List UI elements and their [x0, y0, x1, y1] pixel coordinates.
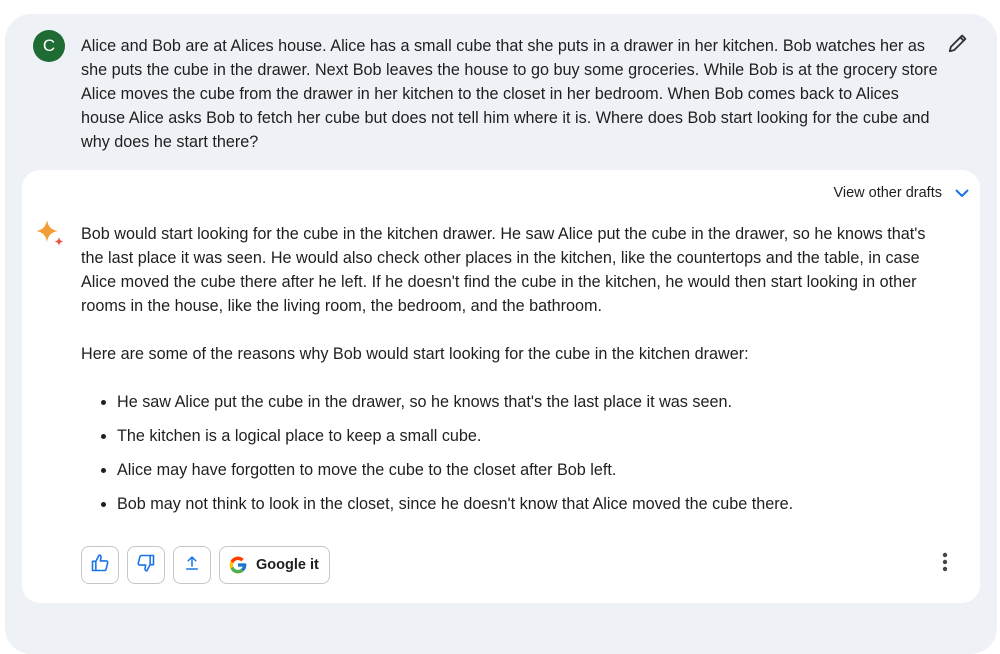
user-prompt: Alice and Bob are at Alices house. Alice… — [81, 37, 938, 151]
thumbs-up-icon — [90, 553, 110, 578]
response-text: Bob would start looking for the cube in … — [81, 222, 941, 526]
edit-prompt-button[interactable] — [945, 32, 971, 58]
view-other-drafts-button[interactable]: View other drafts — [833, 182, 970, 204]
thumbs-up-button[interactable] — [81, 546, 119, 584]
user-avatar: C — [33, 30, 65, 62]
share-button[interactable] — [173, 546, 211, 584]
thumbs-down-icon — [136, 553, 156, 578]
google-it-button[interactable]: Google it — [219, 546, 330, 584]
list-item: He saw Alice put the cube in the drawer,… — [117, 390, 941, 414]
reasons-list: He saw Alice put the cube in the drawer,… — [81, 390, 941, 516]
google-it-label: Google it — [256, 557, 319, 573]
thumbs-down-button[interactable] — [127, 546, 165, 584]
google-g-icon — [228, 555, 248, 575]
list-item: Bob may not think to look in the closet,… — [117, 492, 941, 516]
response-actions: Google it — [81, 546, 330, 584]
drafts-label: View other drafts — [833, 185, 942, 201]
chevron-down-icon — [954, 185, 970, 201]
more-vert-icon — [942, 552, 948, 577]
pencil-icon — [947, 32, 969, 59]
reasons-intro: Here are some of the reasons why Bob wou… — [81, 345, 749, 363]
list-item: The kitchen is a logical place to keep a… — [117, 424, 941, 448]
list-item: Alice may have forgotten to move the cub… — [117, 458, 941, 482]
share-icon — [183, 554, 201, 577]
sparkle-icon — [34, 219, 66, 251]
more-options-button[interactable] — [933, 552, 957, 576]
response-paragraph: Bob would start looking for the cube in … — [81, 225, 926, 315]
